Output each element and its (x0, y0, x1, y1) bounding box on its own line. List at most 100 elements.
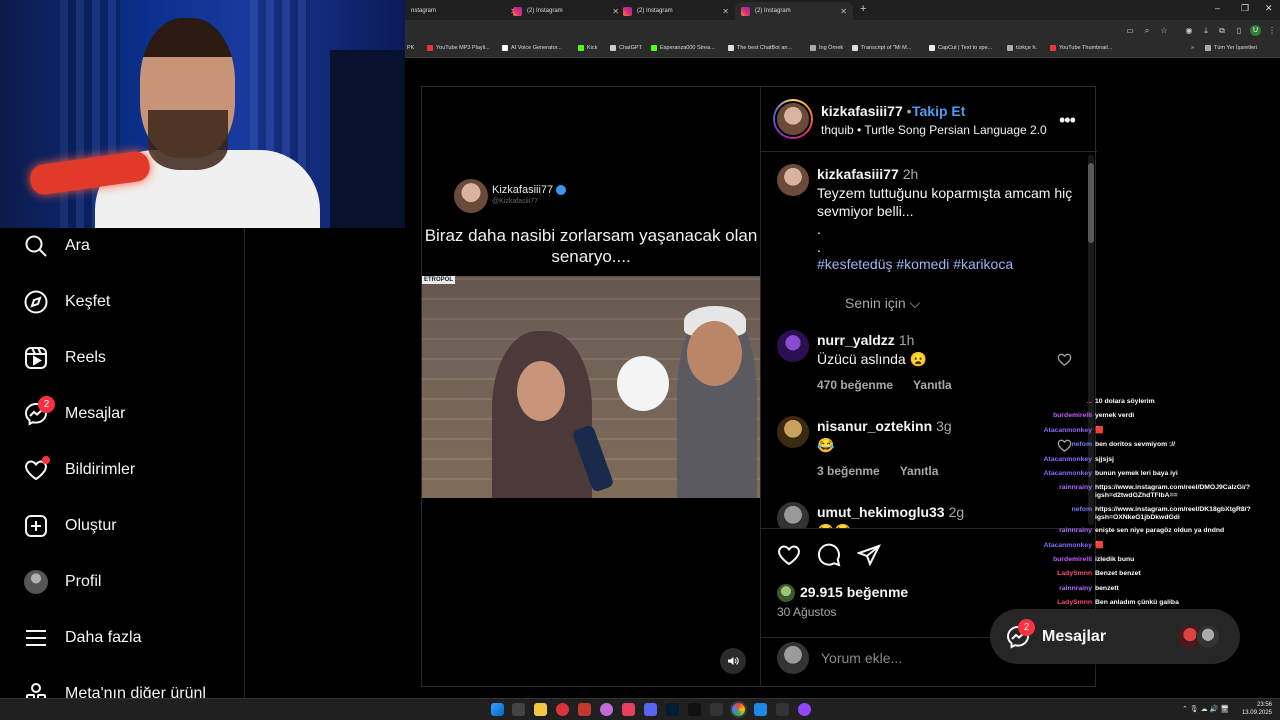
sidebar-item-reels[interactable]: Reels (24, 345, 106, 371)
author-avatar[interactable] (773, 99, 813, 139)
download-icon[interactable]: ⤓ (1201, 26, 1211, 36)
bookmark-star-icon[interactable]: ☆ (1159, 26, 1169, 36)
comment-username[interactable]: nisanur_oztekinn 3g (817, 418, 952, 434)
bookmark-item[interactable]: YouTube Thumbnail... (1050, 45, 1112, 51)
comment-input[interactable]: Yorum ekle... (821, 650, 902, 666)
browser-tab-active[interactable]: (2) Instagram ✕ (735, 2, 853, 20)
caption-avatar[interactable] (777, 164, 809, 196)
sidebar-icon[interactable]: ▯ (1234, 26, 1244, 36)
messages-floating-button[interactable]: 2 Mesajlar (990, 609, 1240, 664)
sidebar-item-create[interactable]: Oluştur (24, 513, 117, 539)
more-options-button[interactable]: ••• (1059, 110, 1076, 131)
comment-avatar[interactable] (777, 330, 809, 362)
app-icon[interactable] (556, 703, 569, 716)
likes-count[interactable]: 29.915 beğenme (800, 584, 908, 600)
cast-icon[interactable]: ▭ (1125, 26, 1135, 36)
comment-like-heart-icon[interactable] (1057, 352, 1072, 367)
app-icon[interactable] (578, 703, 591, 716)
webcam-overlay (0, 0, 405, 228)
follow-button[interactable]: Takip Et (912, 103, 965, 119)
app-icon[interactable] (754, 703, 767, 716)
instagram-app-icon[interactable] (622, 703, 635, 716)
bookmark-item[interactable]: YouTube MP3 Playli... (427, 45, 490, 51)
comment-bubble-icon[interactable] (817, 543, 841, 567)
comment-username[interactable]: umut_hekimoglu33 2g (817, 504, 964, 520)
share-send-icon[interactable] (857, 543, 881, 567)
new-tab-button[interactable]: + (860, 3, 866, 15)
audio-attribution[interactable]: thquib • Turtle Song Persian Language 2.… (821, 123, 1047, 137)
video-frame[interactable]: ETROPOL (422, 276, 760, 498)
sidebar-item-more[interactable]: Daha fazla (24, 625, 142, 651)
browser-tab[interactable]: (2) Instagram ✕ (507, 2, 625, 20)
task-view-icon[interactable] (512, 703, 525, 716)
windows-taskbar: ⌃ 🎙 ☁ 🔊 🖥 23:56 13.09.2025 (0, 698, 1280, 720)
bookmark-item[interactable]: türkçe h. (1007, 45, 1037, 51)
photoshop-icon[interactable] (666, 703, 679, 716)
caption-username[interactable]: kizkafasiii77 2h (817, 166, 918, 182)
comment-avatar[interactable] (777, 502, 809, 528)
sidebar-item-explore[interactable]: Keşfet (24, 289, 110, 315)
translation-toggle[interactable]: Senin için ⌵ (845, 294, 965, 312)
instagram-favicon-icon (741, 6, 750, 16)
instagram-favicon-icon (623, 6, 632, 16)
bookmark-item[interactable]: Esperanza000 Strea... (651, 45, 715, 51)
post-date: 30 Ağustos (777, 605, 837, 619)
discord-icon[interactable] (644, 703, 657, 716)
reply-button[interactable]: Yanıtla (913, 378, 952, 392)
reel-media[interactable]: Kizkafasiii77 @Kizkafasiii77 Biraz daha … (422, 87, 760, 686)
app-icon[interactable] (798, 703, 811, 716)
sidebar-item-notifications[interactable]: Bildirimler (24, 456, 135, 483)
reply-button[interactable]: Yanıtla (900, 464, 939, 478)
caption-dots: . . (817, 221, 821, 255)
bookmark-item[interactable]: Tüm Yer İşaretleri (1205, 45, 1257, 51)
scrollbar-thumb[interactable] (1088, 163, 1094, 243)
tiktok-icon[interactable] (688, 703, 701, 716)
system-tray[interactable]: ⌃ 🎙 ☁ 🔊 🖥 (1182, 705, 1229, 713)
browser-tab[interactable]: (2) Instagram ✕ (617, 2, 735, 20)
extension-icon[interactable]: ◉ (1184, 26, 1194, 36)
chat-text: sjjsjsj (1095, 455, 1114, 463)
bookmark-item[interactable]: İng Örnek (810, 45, 843, 51)
file-explorer-icon[interactable] (534, 703, 547, 716)
like-heart-icon[interactable] (777, 543, 801, 567)
browser-tab[interactable]: nstagram ✕ (405, 2, 523, 20)
puzzle-icon[interactable]: ⧉ (1217, 26, 1227, 36)
bookmark-item[interactable]: Kick (578, 45, 597, 51)
post-header: kizkafasiii77 • Takip Et thquib • Turtle… (761, 87, 1097, 152)
close-window-button[interactable]: ✕ (1265, 3, 1273, 14)
app-icon[interactable] (600, 703, 613, 716)
sidebar-item-search[interactable]: Ara (24, 233, 90, 259)
bookmark-item[interactable]: The best ChatBot an... (728, 45, 792, 51)
browser-profile-avatar[interactable]: U (1250, 25, 1261, 36)
bookmark-item[interactable]: CapCut | Text to spe... (929, 45, 992, 51)
comment-likes[interactable]: 470 beğenme (817, 378, 893, 392)
comment-username[interactable]: nurr_yaldzz 1h (817, 332, 914, 348)
chat-message: Atacanmonkey sjjsjsj (1025, 456, 1280, 464)
chat-text: Ben anladım çünkü galiba (1095, 599, 1179, 607)
bookmark-item[interactable]: Transcript of "Mi M... (852, 45, 911, 51)
minimize-button[interactable]: – (1215, 3, 1220, 13)
comment-likes[interactable]: 3 beğenme (817, 464, 880, 478)
caption-hashtags[interactable]: #kesfetedüş #komedi #karikoca (817, 256, 1013, 272)
app-icon[interactable] (776, 703, 789, 716)
author-username[interactable]: kizkafasiii77 • (821, 103, 912, 119)
clock[interactable]: 23:56 13.09.2025 (1242, 701, 1272, 717)
chrome-icon[interactable] (732, 703, 745, 716)
windows-start-icon[interactable] (491, 703, 504, 716)
chat-username: burdemirelli (1053, 556, 1092, 563)
bookmark-item[interactable]: ChatGPT (610, 45, 642, 51)
sound-toggle-button[interactable] (720, 648, 746, 674)
comment-avatar[interactable] (777, 416, 809, 448)
sidebar-item-profile[interactable]: Profil (24, 569, 101, 595)
bookmark-item[interactable]: PK (407, 45, 414, 51)
zoom-icon[interactable]: ⌕ (1142, 26, 1152, 36)
browser-menu-icon[interactable]: ⋮ (1267, 26, 1277, 36)
bookmarks-overflow-button[interactable]: » (1191, 45, 1194, 51)
bookmark-item[interactable]: AI Voice Generator... (502, 45, 562, 51)
close-tab-icon[interactable]: ✕ (722, 7, 729, 16)
app-icon[interactable] (710, 703, 723, 716)
maximize-button[interactable]: ❐ (1241, 3, 1249, 14)
sidebar-item-messages[interactable]: 2 Mesajlar (24, 396, 125, 427)
chat-text: 🟥 (1095, 426, 1104, 434)
close-tab-icon[interactable]: ✕ (840, 7, 847, 16)
